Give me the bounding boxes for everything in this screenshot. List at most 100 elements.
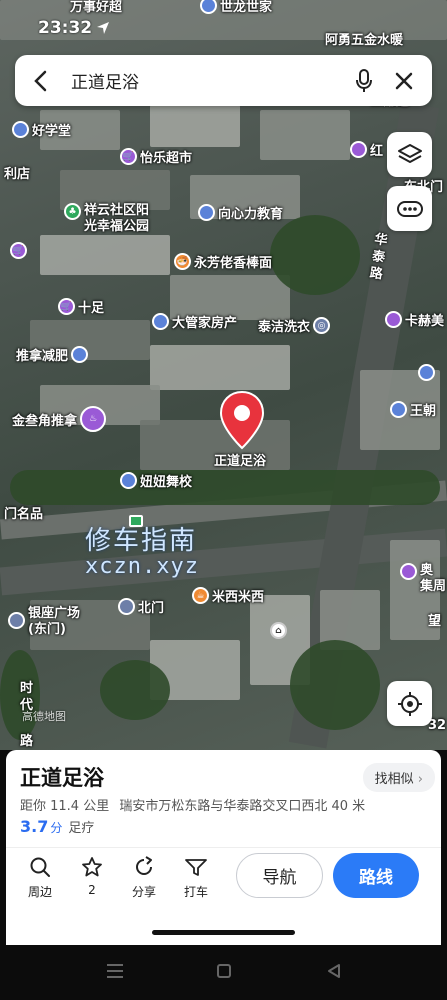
poi-xiangyun-park[interactable]: ♣ 祥云社区阳光幸福公园 xyxy=(64,203,156,235)
poi-daguanjia-realty[interactable]: 大管家房产 xyxy=(152,312,237,331)
divider xyxy=(6,847,441,848)
cart-icon: 🛒 xyxy=(120,148,137,165)
spa-icon: ♨ xyxy=(80,406,107,432)
more-button[interactable] xyxy=(387,186,432,231)
place-title: 正道足浴 xyxy=(20,766,104,790)
selected-location-pin-icon[interactable] xyxy=(218,390,266,450)
layers-button[interactable] xyxy=(387,132,432,177)
location-pin-icon xyxy=(385,311,402,328)
map-provider-label: 高德地图 xyxy=(22,710,66,723)
find-similar-label: 找相似 xyxy=(374,772,414,787)
nearby-button[interactable]: 周边 xyxy=(18,856,62,900)
tree-area xyxy=(100,660,170,720)
poi-yile-market[interactable]: 🛒 怡乐超市 xyxy=(120,147,192,166)
location-pin-icon xyxy=(418,364,435,381)
poi-label[interactable]: 世龙世家 xyxy=(200,0,272,15)
status-time: 23:32 xyxy=(38,18,93,38)
taxi-icon xyxy=(185,859,207,876)
search-icon xyxy=(30,857,50,877)
home-indicator[interactable] xyxy=(152,930,295,935)
poi-taijie-laundry[interactable]: 泰洁洗衣 ◎ xyxy=(258,316,331,335)
close-icon xyxy=(395,72,413,89)
poi-label[interactable]: 阿勇五金水暖 xyxy=(325,29,403,48)
favorite-button[interactable]: 2 xyxy=(70,856,114,897)
layers-icon xyxy=(397,143,422,163)
poi-shizu[interactable]: 🛒 十足 xyxy=(58,297,104,316)
location-pin-icon xyxy=(400,563,417,580)
rating-score: 3.7 xyxy=(20,817,49,836)
building xyxy=(150,345,290,390)
poi-store[interactable]: 利店 xyxy=(4,163,30,182)
back-triangle-icon[interactable] xyxy=(326,963,342,979)
tree-area xyxy=(10,470,440,505)
home-icon[interactable] xyxy=(216,963,232,979)
menu-icon[interactable] xyxy=(105,963,125,979)
poi-label[interactable]: 万事好超 xyxy=(70,0,122,15)
food-icon: 🍜 xyxy=(174,253,191,270)
poi-xiangxinli-education[interactable]: 向心力教育 xyxy=(198,203,283,222)
status-bar: 23:32 xyxy=(38,18,110,38)
find-similar-button[interactable]: 找相似 › xyxy=(362,763,435,792)
crosshair-icon xyxy=(397,691,422,716)
satellite-map[interactable]: 万事好超 世龙世家 阿勇五金水暖 23:32 好学堂 🛒 怡乐超市 利店 ♣ 祥云社… xyxy=(0,0,447,750)
star-icon xyxy=(82,857,102,877)
address-text: 瑞安市万松东路与华泰路交叉口西北 40 米 xyxy=(119,799,366,814)
place-detail-card[interactable]: 正道足浴 找相似 › 距你 11.4 公里 瑞安市万松东路与华泰路交叉口西北 4… xyxy=(6,750,441,945)
poi-mingpin[interactable]: 门名品 xyxy=(4,503,43,522)
close-button[interactable] xyxy=(384,55,424,106)
building-icon: ⌂ xyxy=(270,622,287,639)
poi-mixi-mixi[interactable]: ☕ 米西米西 xyxy=(192,586,264,605)
location-pin-icon xyxy=(120,472,137,489)
place-category: 足疗 xyxy=(68,821,95,836)
poi-yinzuo-plaza[interactable]: 银座广场(东门) xyxy=(8,606,92,638)
locate-me-button[interactable] xyxy=(387,681,432,726)
location-arrow-icon xyxy=(97,22,110,34)
distance-text: 距你 11.4 公里 xyxy=(20,799,110,814)
place-rating: 3.7 分 足疗 xyxy=(20,817,94,836)
gate-icon xyxy=(118,598,135,615)
rating-unit: 分 xyxy=(50,821,63,835)
cart-icon: 🛒 xyxy=(58,298,75,315)
poi-niuniu-dance[interactable]: 妞妞舞校 xyxy=(120,471,192,490)
location-pin-icon xyxy=(198,204,215,221)
building xyxy=(260,110,350,160)
watermark-url: xczn.xyz xyxy=(85,554,199,580)
laundry-icon: ◎ xyxy=(313,317,331,334)
watermark: 修车指南 xczn.xyz xyxy=(85,527,199,580)
search-query[interactable]: 正道足浴 xyxy=(65,68,344,93)
poi-yongfang-noodles[interactable]: 🍜 永芳佬香棒面 xyxy=(174,252,272,271)
poi-massage-slimming[interactable]: 推拿减肥 xyxy=(16,345,89,364)
poi-beimen[interactable]: 北门 xyxy=(118,597,164,616)
poi-shop-icon[interactable]: 🛒 xyxy=(10,242,27,259)
building xyxy=(150,105,240,147)
poi-kahemei[interactable]: 卡赫美 xyxy=(385,310,444,329)
chevron-left-icon xyxy=(34,70,47,91)
navigate-button[interactable]: 导航 xyxy=(236,853,323,898)
back-button[interactable] xyxy=(15,55,65,106)
voice-search-button[interactable] xyxy=(344,55,384,106)
building xyxy=(40,235,170,275)
mall-icon xyxy=(8,612,25,629)
location-pin-icon xyxy=(200,0,217,14)
poi-wangchao[interactable]: 王朝 xyxy=(390,400,436,419)
share-label: 分享 xyxy=(131,885,156,899)
poi-partial[interactable] xyxy=(418,364,435,381)
favorite-count: 2 xyxy=(88,883,96,897)
poi-building-marker[interactable]: ⌂ xyxy=(270,622,287,639)
poi-jinsanjiao-massage[interactable]: 金叁角推拿 ♨ xyxy=(12,406,107,432)
nearby-label: 周边 xyxy=(27,885,52,899)
taxi-button[interactable]: 打车 xyxy=(174,856,218,900)
poi-hong[interactable]: 红 xyxy=(350,140,383,159)
tree-area xyxy=(290,640,380,730)
more-dots-icon xyxy=(396,200,423,217)
search-bar[interactable]: 正道足浴 xyxy=(15,55,432,106)
chevron-right-icon: › xyxy=(417,772,423,787)
route-button[interactable]: 路线 xyxy=(333,853,419,898)
location-pin-icon xyxy=(12,121,29,138)
poi-haoxuetang[interactable]: 好学堂 xyxy=(12,120,71,139)
poi-ao[interactable]: 奥集周 xyxy=(400,563,446,595)
share-button[interactable]: 分享 xyxy=(122,856,166,900)
tree-area xyxy=(270,215,360,295)
poi-wang[interactable]: 望 xyxy=(428,610,441,629)
microphone-icon xyxy=(356,68,372,92)
